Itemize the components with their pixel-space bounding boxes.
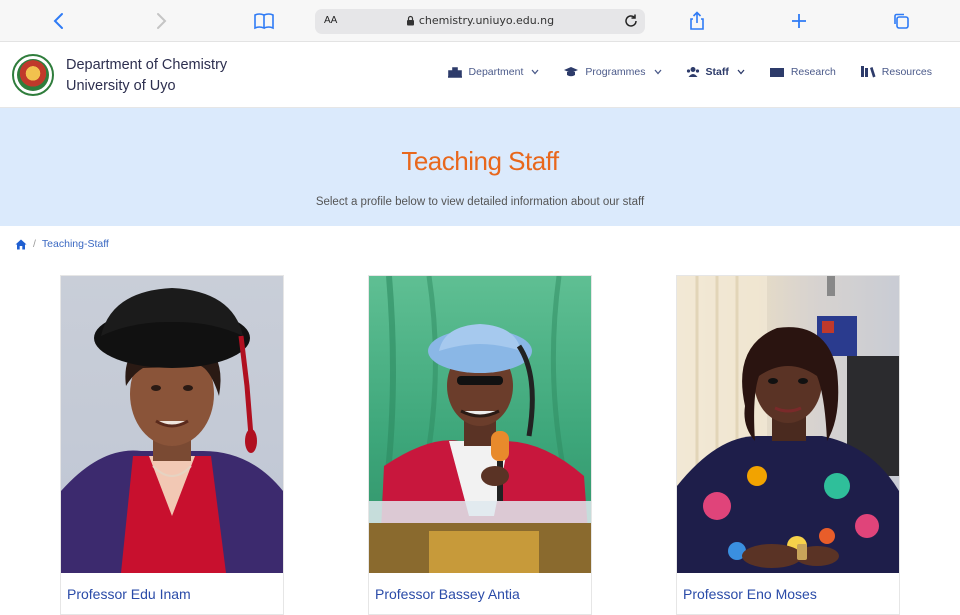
nav-department[interactable]: Department [447, 66, 540, 78]
staff-photo[interactable] [61, 276, 283, 573]
users-icon [686, 66, 699, 77]
staff-card[interactable]: Professor Bassey Antia [368, 275, 592, 615]
staff-card[interactable]: Professor Eno Moses [676, 275, 900, 615]
address-bar[interactable]: AA chemistry.uniuyo.edu.ng [315, 9, 645, 34]
bookmarks-button[interactable] [251, 8, 277, 34]
book-open-icon [769, 67, 784, 77]
portrait-image [369, 276, 591, 573]
staff-photo[interactable] [369, 276, 591, 573]
breadcrumb-current[interactable]: Teaching-Staff [42, 238, 109, 250]
url-text: chemistry.uniuyo.edu.ng [418, 14, 555, 27]
forward-button[interactable] [148, 8, 174, 34]
main-nav: Department Programmes Staff Research Res… [447, 65, 932, 78]
nav-label: Programmes [585, 65, 646, 78]
page-hero: Teaching Staff Select a profile below to… [0, 108, 960, 226]
nav-label: Staff [705, 65, 729, 78]
share-icon [690, 11, 704, 30]
home-icon[interactable] [15, 239, 27, 250]
university-logo[interactable] [12, 54, 54, 96]
page-title: Teaching Staff [401, 146, 559, 176]
plus-icon [792, 14, 806, 28]
chevron-down-icon [654, 69, 661, 74]
brand-university: University of Uyo [66, 78, 176, 94]
nav-label: Research [790, 65, 836, 78]
browser-toolbar: AA chemistry.uniuyo.edu.ng [0, 0, 960, 42]
chevron-down-icon [531, 69, 539, 74]
breadcrumb: / Teaching-Staff [15, 238, 109, 250]
site-header: Department of Chemistry University of Uy… [0, 43, 960, 108]
tabs-icon [894, 13, 909, 29]
nav-label: Resources [881, 65, 932, 78]
nav-staff[interactable]: Staff [686, 66, 745, 78]
tabs-button[interactable] [888, 8, 914, 34]
breadcrumb-separator: / [33, 238, 36, 250]
staff-card[interactable]: Professor Edu Inam [60, 275, 284, 615]
staff-photo[interactable] [677, 276, 899, 573]
nav-programmes[interactable]: Programmes [563, 66, 661, 78]
graduation-cap-icon [564, 66, 579, 76]
portrait-image [677, 276, 899, 573]
crest-emblem [17, 59, 49, 91]
chevron-left-icon [53, 13, 63, 29]
brand-department: Department of Chemistry [66, 57, 228, 73]
nav-research[interactable]: Research [769, 66, 836, 78]
book-icon [254, 13, 274, 30]
building-icon [447, 66, 462, 78]
lock-icon [406, 15, 414, 26]
back-button[interactable] [46, 8, 72, 34]
share-button[interactable] [684, 8, 710, 34]
books-icon [860, 66, 876, 78]
page-subtitle: Select a profile below to view detailed … [315, 196, 645, 208]
portrait-image [61, 288, 283, 573]
chevron-right-icon [157, 13, 167, 29]
new-tab-button[interactable] [786, 8, 812, 34]
site-brand[interactable]: Department of Chemistry University of Uy… [66, 55, 227, 97]
nav-label: Department [468, 65, 524, 78]
nav-resources[interactable]: Resources [860, 65, 932, 78]
chevron-down-icon [737, 69, 745, 74]
reload-icon[interactable] [623, 13, 639, 29]
